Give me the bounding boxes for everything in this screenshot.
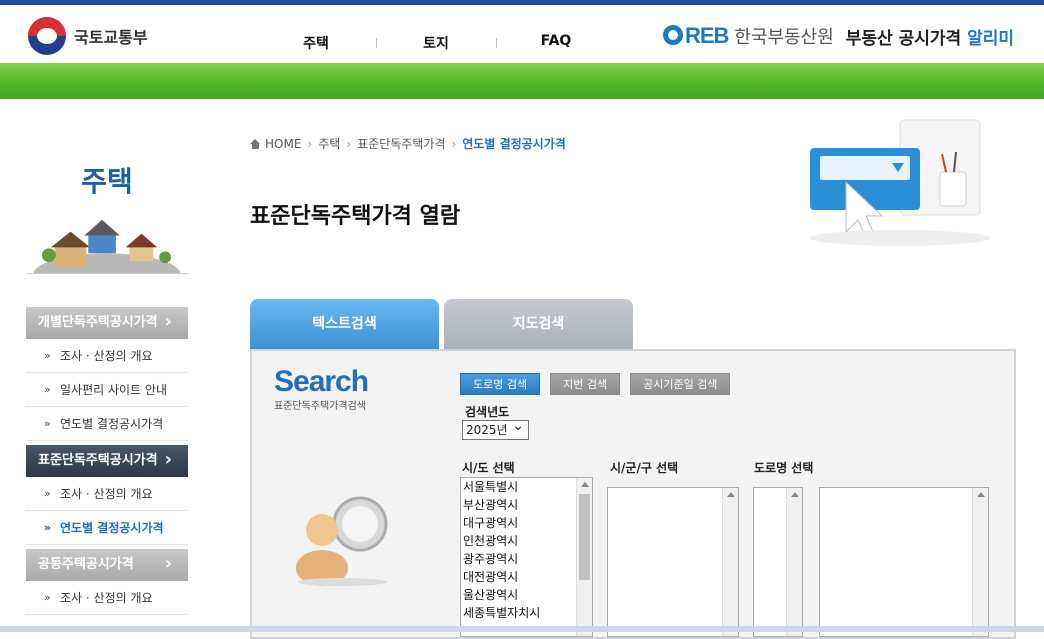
sidebar-item-label: 연도별 결정공시가격 [60, 521, 164, 535]
road-listbox[interactable] [819, 487, 989, 637]
main-nav: 주택 토지 FAQ [256, 33, 616, 53]
sidebar-item-label: 조사 · 산정의 개요 [60, 487, 153, 501]
brand-service-prefix: 부동산 공시가격 [845, 28, 962, 49]
breadcrumb-separator: › [451, 136, 457, 151]
sido-option[interactable]: 대구광역시 [461, 514, 592, 532]
year-label: 검색년도 [465, 405, 510, 419]
sido-option[interactable]: 울산광역시 [461, 586, 592, 604]
sidebar-item-overview[interactable]: 조사 · 산정의 개요 [26, 339, 188, 373]
scroll-thumb[interactable] [579, 494, 590, 580]
breadcrumb-current: 연도별 결정공시가격 [462, 137, 566, 151]
nav-faq[interactable]: FAQ [496, 33, 616, 53]
search-panel: Search 표준단독주택가격검색 도로명 검색 지번 검색 공시기준일 검색 … [250, 349, 1016, 639]
reb-logo-text: REB [684, 23, 729, 48]
scroll-up-icon[interactable] [791, 492, 799, 497]
sido-option[interactable]: 인천광역시 [461, 532, 592, 550]
tab-map-search[interactable]: 지도검색 [444, 299, 633, 349]
sidebar-item-yearly-prices-active[interactable]: 연도별 결정공시가격 [26, 511, 188, 545]
search-mode-buttons: 도로명 검색 지번 검색 공시기준일 검색 [460, 373, 731, 395]
sidebar-title: 주택 [81, 165, 133, 198]
breadcrumb-home[interactable]: HOME [265, 137, 301, 151]
reb-logo: REB [662, 23, 729, 49]
reb-logo-icon [662, 25, 683, 45]
sido-option[interactable]: 서울특별시 [461, 478, 592, 496]
sigungu-scrollbar[interactable] [722, 488, 738, 636]
site-header: 국토교통부 주택 토지 FAQ REB 한국부동산원 부동산 공시가격 알리미 [0, 5, 1044, 63]
scroll-up-icon[interactable] [727, 492, 735, 497]
home-icon [250, 138, 261, 149]
sido-option[interactable]: 세종특별자치시 [461, 604, 592, 622]
brand-service: 부동산 공시가격 알리미 [846, 24, 1014, 49]
taskbar-strip [0, 626, 1044, 632]
year-select-value: 2025년 [466, 423, 508, 437]
search-logo: Search 표준단독주택가격검색 [274, 365, 369, 412]
reb-brand[interactable]: REB 한국부동산원 부동산 공시가격 알리미 [662, 23, 1014, 49]
sidebar-item-label: 일사편리 사이트 안내 [60, 383, 167, 397]
sidebar-item-label: 연도별 결정공시가격 [60, 417, 164, 431]
road-label: 도로명 선택 [754, 461, 814, 475]
sidebar-item-label: 조사 · 산정의 개요 [60, 591, 153, 605]
taegeuk-logo-icon [28, 17, 66, 55]
search-logo-word: Search [274, 365, 369, 398]
road-scrollbar[interactable] [972, 488, 988, 636]
houses-illustration [26, 219, 188, 274]
nav-housing[interactable]: 주택 [256, 33, 376, 53]
ministry-logo[interactable]: 국토교통부 [28, 17, 148, 55]
green-banner [0, 63, 1044, 99]
sidebar-item-overview[interactable]: 조사 · 산정의 개요 [26, 477, 188, 511]
sidebar-head-individual[interactable]: 개별단독주택공시가격 [26, 306, 188, 339]
sidebar-item-ilsapyeonri[interactable]: 일사편리 사이트 안내 [26, 373, 188, 407]
ministry-name: 국토교통부 [74, 28, 148, 47]
sigungu-label: 시/군/구 선택 [610, 461, 679, 475]
sido-listbox[interactable]: 서울특별시 부산광역시 대구광역시 인천광역시 광주광역시 대전광역시 울산광역… [460, 477, 593, 637]
sidebar-item-yearly-prices[interactable]: 연도별 결정공시가격 [26, 407, 188, 441]
sidebar-item-overview[interactable]: 조사 · 산정의 개요 [26, 581, 188, 615]
sidebar-head-apartment[interactable]: 공동주택공시가격 [26, 548, 188, 581]
sido-scrollbar[interactable] [576, 478, 592, 636]
breadcrumb-separator: › [307, 136, 313, 151]
brand-org: 한국부동산원 [734, 27, 834, 48]
base-date-search-button[interactable]: 공시기준일 검색 [630, 373, 731, 395]
nav-land[interactable]: 토지 [376, 33, 496, 53]
sigungu-listbox[interactable] [607, 487, 739, 637]
sido-option[interactable]: 대전광역시 [461, 568, 592, 586]
scroll-up-icon[interactable] [581, 482, 589, 487]
road-initial-listbox[interactable] [753, 487, 803, 637]
search-logo-sub: 표준단독주택가격검색 [274, 401, 366, 412]
search-banner-illustration [810, 119, 990, 246]
sido-option[interactable]: 부산광역시 [461, 496, 592, 514]
lot-number-search-button[interactable]: 지번 검색 [550, 373, 621, 395]
road-initial-scrollbar[interactable] [786, 488, 802, 636]
page-title: 표준단독주택가격 열람 [250, 204, 461, 229]
sidebar-menu: 개별단독주택공시가격 조사 · 산정의 개요 일사편리 사이트 안내 연도별 결… [26, 303, 188, 615]
sidebar-head-standard[interactable]: 표준단독주택공시가격 [26, 444, 188, 477]
breadcrumb-separator: › [346, 136, 352, 151]
person-magnifier-illustration [296, 496, 388, 586]
scroll-up-icon[interactable] [977, 492, 985, 497]
breadcrumb-housing[interactable]: 주택 [318, 135, 340, 152]
sidebar-item-label: 조사 · 산정의 개요 [60, 349, 153, 363]
brand-service-accent: 알리미 [967, 28, 1014, 49]
sido-label: 시/도 선택 [462, 461, 515, 475]
tab-text-search[interactable]: 텍스트검색 [250, 299, 439, 349]
search-tabs: 텍스트검색 지도검색 [250, 299, 633, 349]
breadcrumb: HOME › 주택 › 표준단독주택가격 › 연도별 결정공시가격 [250, 135, 566, 152]
road-name-search-button[interactable]: 도로명 검색 [460, 373, 541, 395]
year-select[interactable]: 2025년 [462, 417, 529, 440]
breadcrumb-standard[interactable]: 표준단독주택가격 [357, 135, 445, 152]
sido-option[interactable]: 광주광역시 [461, 550, 592, 568]
